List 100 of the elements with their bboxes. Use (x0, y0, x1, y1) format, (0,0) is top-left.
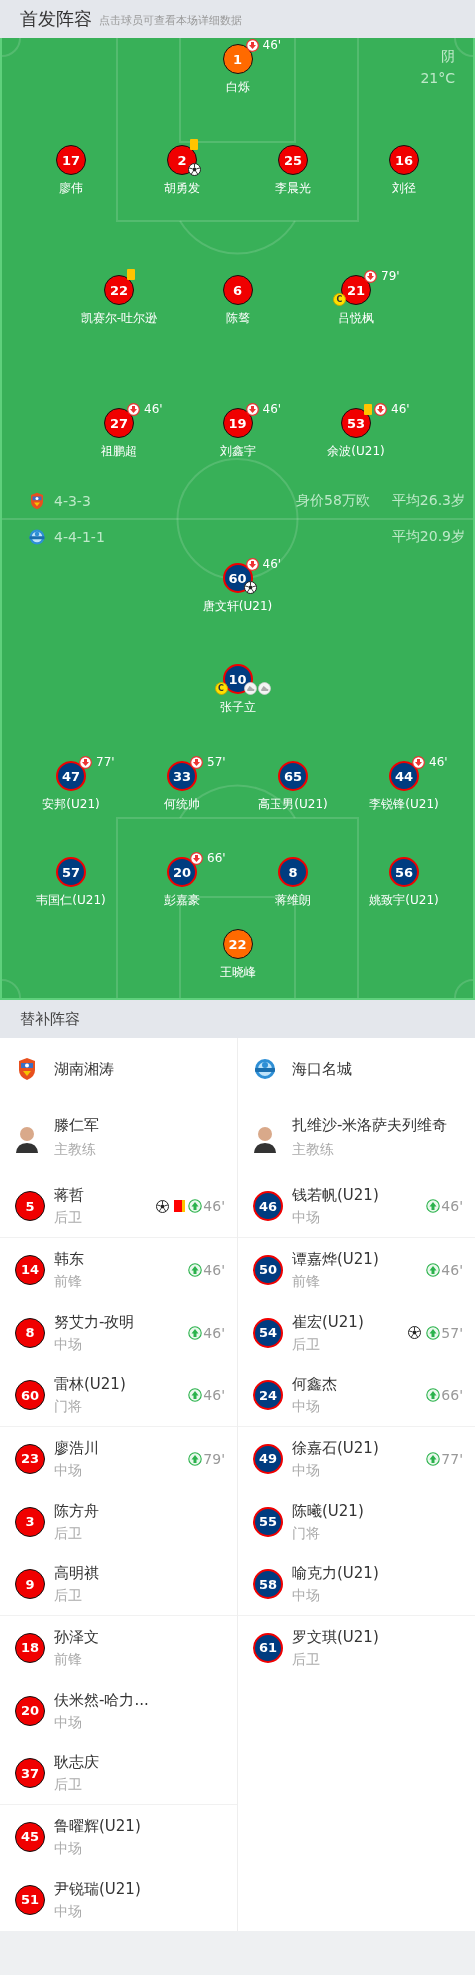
player-number[interactable]: 33 (167, 761, 197, 791)
player-name[interactable]: 余波(U21) (327, 444, 385, 458)
player-number[interactable]: 58 (253, 1569, 283, 1599)
team-name[interactable]: 海口名城 (292, 1059, 352, 1079)
weather-text: 阴 (441, 48, 455, 66)
player-number[interactable]: 23 (15, 1443, 45, 1474)
team-name[interactable]: 湖南湘涛 (54, 1059, 114, 1079)
player-number[interactable]: 21 (341, 275, 371, 305)
player-number[interactable]: 8 (15, 1317, 45, 1348)
player-number[interactable]: 65 (278, 761, 308, 791)
player-name[interactable]: 唐文轩(U21) (202, 599, 273, 613)
player-number[interactable]: 37 (15, 1758, 45, 1788)
player-number[interactable]: 24 (253, 1380, 283, 1410)
arrow-down-icon (127, 402, 140, 416)
player-name[interactable]: 陈骜 (225, 311, 250, 325)
player-name[interactable]: 廖浩川 (54, 1437, 99, 1458)
player-name[interactable]: 韩东 (54, 1248, 84, 1269)
player-number[interactable]: 51 (15, 1884, 45, 1915)
arrow-down-icon (190, 851, 203, 865)
player-name[interactable]: 努艾力-孜明 (54, 1311, 135, 1332)
player-number[interactable]: 14 (15, 1254, 45, 1285)
player-name[interactable]: 罗文琪(U21) (292, 1626, 379, 1647)
player-name[interactable]: 鲁曜辉(U21) (54, 1815, 141, 1836)
player-name[interactable]: 伕米然-哈力... (54, 1689, 149, 1710)
player-name[interactable]: 李锐锋(U21) (369, 797, 439, 811)
player-name[interactable]: 雷林(U21) (54, 1374, 126, 1394)
player-name[interactable]: 廖伟 (59, 181, 83, 195)
player-name[interactable]: 凯赛尔-吐尔逊 (80, 311, 158, 325)
player-name[interactable]: 彭嘉豪 (164, 893, 200, 907)
player-number[interactable]: 17 (56, 145, 86, 175)
player-number[interactable]: 45 (15, 1821, 45, 1852)
player-number[interactable]: 46 (253, 1191, 283, 1221)
player-number[interactable]: 22 (222, 929, 253, 959)
section-title: 替补阵容 (20, 1009, 80, 1029)
player-name[interactable]: 刘径 (392, 181, 416, 195)
player-name[interactable]: 徐嘉石(U21) (292, 1437, 379, 1458)
player-number[interactable]: 50 (253, 1254, 283, 1285)
player-number[interactable]: 47 (56, 761, 86, 791)
captain-badge: C (214, 682, 228, 695)
player-name[interactable]: 张子立 (219, 700, 256, 714)
player-name[interactable]: 何鑫杰 (292, 1374, 337, 1394)
player-name[interactable]: 蒋哲 (54, 1185, 84, 1205)
player-name[interactable]: 王晓峰 (219, 965, 256, 979)
player-name[interactable]: 安邦(U21) (42, 797, 100, 811)
player-name[interactable]: 尹锐瑞(U21) (54, 1878, 141, 1899)
player-number[interactable]: 56 (389, 857, 419, 887)
coach-name[interactable]: 扎维沙-米洛萨夫列维奇 (292, 1116, 448, 1135)
player-number[interactable]: 25 (278, 145, 308, 175)
player-name[interactable]: 高玉男(U21) (258, 797, 328, 811)
coach-role: 主教练 (54, 1141, 97, 1159)
player-name[interactable]: 白烁 (225, 80, 250, 94)
player-number[interactable]: 60 (15, 1380, 45, 1410)
player-name[interactable]: 李晨光 (275, 181, 311, 195)
hint-text: 点击球员可查看本场详细数据 (99, 13, 242, 28)
player-number[interactable]: 53 (341, 408, 371, 438)
player-number[interactable]: 16 (389, 145, 419, 175)
player-number[interactable]: 22 (104, 275, 134, 305)
player-name[interactable]: 姚致宇(U21) (369, 893, 439, 907)
player-number[interactable]: 19 (222, 408, 253, 438)
player-number[interactable]: 44 (389, 761, 419, 791)
player-name[interactable]: 蒋维朗 (275, 893, 311, 907)
player-number[interactable]: 20 (15, 1695, 45, 1726)
player-name[interactable]: 陈方舟 (54, 1500, 99, 1521)
player-number[interactable]: 6 (222, 275, 253, 305)
player-name[interactable]: 韦国仁(U21) (36, 893, 106, 907)
player-number[interactable]: 61 (253, 1632, 283, 1663)
player-number[interactable]: 20 (167, 857, 197, 887)
player-name[interactable]: 孙泽文 (54, 1626, 99, 1647)
player-name[interactable]: 崔宏(U21) (292, 1311, 364, 1332)
player-name[interactable]: 耿志庆 (54, 1752, 99, 1772)
arrow-up-icon (188, 1199, 203, 1213)
player-name[interactable]: 刘鑫宇 (219, 444, 256, 458)
coach-role: 主教练 (292, 1141, 335, 1159)
player-name[interactable]: 吕悦枫 (338, 311, 374, 325)
arrow-up-icon (188, 1325, 203, 1340)
player-name[interactable]: 谭嘉烨(U21) (292, 1248, 379, 1269)
player-position: 后卫 (292, 1334, 321, 1354)
player-name[interactable]: 陈曦(U21) (292, 1500, 364, 1521)
player-number[interactable]: 9 (15, 1569, 45, 1599)
player-number[interactable]: 8 (278, 857, 308, 887)
player-number[interactable]: 55 (253, 1506, 283, 1537)
player-number[interactable]: 3 (15, 1506, 45, 1537)
coach-name[interactable]: 滕仁军 (54, 1116, 99, 1135)
player-number[interactable]: 54 (253, 1317, 283, 1348)
player-number[interactable]: 57 (56, 857, 86, 887)
player-number[interactable]: 49 (253, 1443, 283, 1474)
sub-minute: 79' (203, 1450, 225, 1467)
player-name[interactable]: 喻克力(U21) (292, 1563, 379, 1583)
player-name[interactable]: 何统帅 (164, 797, 200, 811)
player-number[interactable]: 27 (104, 408, 134, 438)
player-name[interactable]: 祖鹏超 (101, 444, 137, 458)
player-number[interactable]: 18 (15, 1632, 45, 1663)
sub-minute: 46' (203, 1198, 225, 1214)
player-number[interactable]: 1 (222, 44, 253, 74)
player-name[interactable]: 钱若帆(U21) (292, 1185, 379, 1205)
arrow-up-icon (188, 1451, 203, 1466)
player-name[interactable]: 高明祺 (54, 1563, 99, 1583)
player-position: 前锋 (292, 1271, 321, 1291)
player-number[interactable]: 5 (15, 1191, 45, 1221)
player-name[interactable]: 胡勇发 (164, 181, 200, 195)
